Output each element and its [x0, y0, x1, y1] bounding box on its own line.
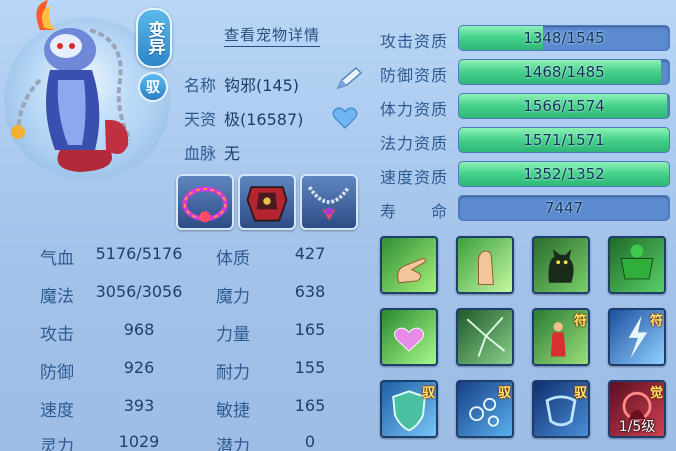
skill-slot-2[interactable] — [456, 236, 514, 294]
palm-gesture-icon — [478, 250, 494, 286]
defense-aptitude-label: 防御资质 — [380, 66, 449, 85]
defense-label: 防御 — [40, 363, 74, 383]
hp-label: 气血 — [40, 249, 74, 269]
potential-value: 0 — [304, 432, 316, 451]
lifespan-value: 7447 — [544, 199, 584, 217]
pet-info-panel: 变异 驭 查看宠物详情 名称 钩邪(145) 天资 极(16587) 血脉 无 — [0, 0, 676, 451]
rider-badge-text: 驭 — [146, 80, 160, 96]
attack-aptitude-bar: 1348/1545 — [458, 25, 670, 51]
bloodline-value: 无 — [224, 144, 241, 163]
skill-11-tag: 驭 — [573, 386, 587, 401]
skill-10-tag: 驭 — [497, 386, 511, 401]
skill-slot-8[interactable]: 符 — [608, 308, 666, 366]
skill-slot-12[interactable]: 觉 1/5级 — [608, 380, 666, 438]
speed-value: 393 — [123, 396, 155, 415]
agility-label: 敏捷 — [216, 401, 250, 421]
magic-aptitude-label: 法力资质 — [380, 134, 449, 153]
finger-gesture-icon — [397, 258, 426, 284]
magic-aptitude-bar: 1571/1571 — [458, 127, 670, 153]
black-cat-icon — [548, 249, 574, 283]
speed-aptitude-label: 速度资质 — [380, 168, 449, 187]
stamina-aptitude-bar: 1566/1574 — [458, 93, 670, 119]
spirit-value: 1029 — [118, 432, 160, 451]
talent-value: 极(16587) — [224, 110, 304, 129]
heart-burst-icon — [394, 327, 424, 352]
bloodline-label: 血脉 — [184, 144, 217, 163]
equipment-slot-1[interactable] — [176, 174, 234, 230]
equipment-necklace-icon — [307, 186, 351, 221]
name-value: 钩邪(145) — [224, 76, 300, 95]
skill-12-tag: 觉 — [649, 386, 663, 401]
stamina-aptitude-value: 1566/1574 — [523, 97, 605, 115]
hp-value: 5176/5176 — [95, 244, 183, 263]
strength-value: 165 — [294, 320, 326, 339]
agility-value: 165 — [294, 396, 326, 415]
endurance-label: 耐力 — [216, 363, 250, 383]
lifespan-bar: 7447 — [458, 195, 670, 221]
mp-value: 3056/3056 — [95, 282, 183, 301]
skill-7-tag: 符 — [573, 314, 587, 329]
skill-slot-10[interactable]: 驭 — [456, 380, 514, 438]
constitution-label: 体质 — [216, 249, 250, 269]
speed-label: 速度 — [40, 401, 74, 421]
skill-slot-1[interactable] — [380, 236, 438, 294]
defense-aptitude-value: 1468/1485 — [523, 63, 605, 81]
equipment-slot-3[interactable] — [300, 174, 358, 230]
stamina-aptitude-label: 体力资质 — [380, 100, 449, 119]
name-label: 名称 — [184, 76, 217, 95]
awaken-level: 1/5级 — [618, 419, 656, 435]
skill-slot-9[interactable]: 驭 — [380, 380, 438, 438]
lifespan-label: 寿 命 — [380, 202, 449, 221]
speed-aptitude-bar: 1352/1352 — [458, 161, 670, 187]
equipment-ring-icon — [182, 186, 228, 223]
speed-aptitude-value: 1352/1352 — [523, 165, 605, 183]
defense-value: 926 — [123, 358, 155, 377]
shatter-icon — [466, 316, 506, 357]
attack-label: 攻击 — [40, 325, 74, 345]
magic-power-label: 魔力 — [216, 287, 250, 307]
skill-9-tag: 驭 — [421, 386, 435, 401]
skill-slot-6[interactable] — [456, 308, 514, 366]
mutation-badge: 变异 — [136, 8, 172, 68]
spirit-label: 灵力 — [40, 437, 74, 451]
magic-power-value: 638 — [294, 282, 326, 301]
skill-8-tag: 符 — [649, 314, 663, 329]
constitution-value: 427 — [294, 244, 326, 263]
talent-label: 天资 — [184, 110, 217, 129]
equipment-armor-icon — [246, 186, 288, 222]
rename-pencil-icon[interactable] — [334, 66, 364, 92]
attack-aptitude-label: 攻击资质 — [380, 32, 449, 51]
defense-aptitude-bar: 1468/1485 — [458, 59, 670, 85]
skill-slot-7[interactable]: 符 — [532, 308, 590, 366]
view-pet-details-link[interactable]: 查看宠物详情 — [224, 24, 321, 47]
attack-aptitude-value: 1348/1545 — [523, 29, 605, 47]
green-strongman-icon — [620, 244, 654, 280]
attack-value: 968 — [123, 320, 155, 339]
skill-slot-11[interactable]: 驭 — [532, 380, 590, 438]
endurance-value: 155 — [294, 358, 326, 377]
skill-slot-3[interactable] — [532, 236, 590, 294]
skill-slot-4[interactable] — [608, 236, 666, 294]
magic-aptitude-value: 1571/1571 — [523, 131, 605, 149]
mutation-badge-text: 变异 — [144, 21, 165, 55]
favorite-heart-icon[interactable] — [332, 106, 358, 130]
potential-label: 潜力 — [216, 437, 250, 451]
skill-slot-5[interactable] — [380, 308, 438, 366]
mp-label: 魔法 — [40, 287, 74, 307]
strength-label: 力量 — [216, 325, 250, 345]
rider-badge[interactable]: 驭 — [138, 72, 168, 102]
equipment-slot-2[interactable] — [238, 174, 296, 230]
